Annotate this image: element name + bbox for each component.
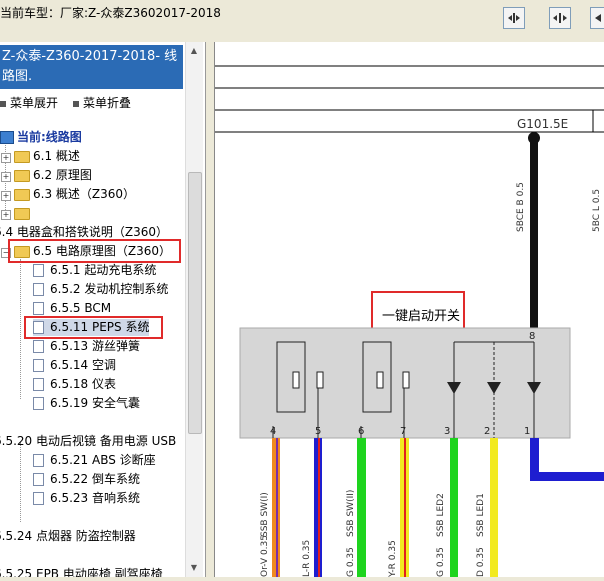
wire-spec: Y-R 0.35 — [388, 540, 398, 577]
scroll-up-icon[interactable]: ▲ — [188, 44, 200, 58]
zoom-icon — [594, 14, 601, 22]
highlight-box — [8, 239, 181, 263]
wire-label: SSB SW(II) — [346, 490, 356, 537]
wiring-diagram: G101.5E SBCE B 0.5 5BC L 0.5 一键启动开关 4 5 … — [214, 42, 604, 578]
tree-leaf[interactable]: 6.5.25 EPB 电动座椅 副驾座椅 — [0, 566, 163, 577]
pin-number: 8 — [529, 331, 535, 342]
pin-number: 1 — [524, 426, 530, 437]
tree-leaf[interactable]: 6.5.19 安全气囊 — [33, 395, 140, 412]
folder-icon — [14, 207, 30, 220]
sidebar-scrollbar[interactable]: ▲ ▼ — [185, 42, 203, 577]
switch-label: 一键启动开关 — [382, 309, 460, 324]
document-icon — [33, 340, 44, 353]
tree-leaf[interactable]: 6.5.23 音响系统 — [33, 490, 140, 507]
wire-green — [450, 438, 458, 577]
wire-green — [357, 438, 366, 577]
top-bar: 当前车型：厂家:Z-众泰Z3602017-2018 — [0, 0, 604, 40]
sidebar: Z-众泰-Z360-2017-2018- 线路图. 菜单展开 菜单折叠 当前:线… — [0, 42, 206, 577]
tree-leaf[interactable]: 6.5.24 点烟器 防盗控制器 — [0, 528, 136, 545]
document-icon — [33, 283, 44, 296]
tree-leaf[interactable]: 6.5.22 倒车系统 — [33, 471, 140, 488]
expand-toggle-icon[interactable]: + — [1, 153, 11, 163]
pin-number: 5 — [315, 426, 321, 437]
root-icon — [0, 131, 14, 144]
highlight-box — [24, 316, 163, 339]
tree-leaf[interactable]: 6.5.2 发动机控制系统 — [33, 281, 168, 298]
fit-width-icon — [508, 13, 520, 23]
wiring-diagram-svg: G101.5E SBCE B 0.5 5BC L 0.5 一键启动开关 4 5 … — [215, 65, 604, 578]
document-icon — [33, 492, 44, 505]
tree-root[interactable]: 当前:线路图 — [0, 129, 82, 146]
expand-toggle-icon[interactable]: + — [1, 191, 11, 201]
document-icon — [33, 473, 44, 486]
document-icon — [33, 264, 44, 277]
tree-leaf[interactable]: 6.5.20 电动后视镜 备用电源 USB — [0, 433, 176, 450]
wire-spec: D 0.35 — [476, 547, 486, 577]
document-icon — [33, 359, 44, 372]
wire-spec: Or-V 0.35 — [260, 535, 270, 577]
scroll-down-icon[interactable]: ▼ — [188, 561, 200, 575]
collapse-icon — [73, 100, 79, 107]
tree-node[interactable]: 6.2 原理图 — [14, 167, 92, 184]
wire-spec: L-R 0.35 — [302, 540, 312, 577]
zoom-button[interactable] — [590, 7, 604, 29]
wire-spec: G 0.35 — [346, 547, 356, 577]
pin-number: 2 — [484, 426, 490, 437]
expand-toggle-icon[interactable]: + — [1, 210, 11, 220]
folder-icon — [14, 188, 30, 201]
tree-leaf[interactable]: 6.5.13 游丝弹簧 — [33, 338, 140, 355]
tree-leaf[interactable]: 6.5.21 ABS 诊断座 — [33, 452, 156, 469]
tree-node[interactable] — [14, 205, 33, 222]
expand-icon — [0, 100, 6, 107]
tree-leaf[interactable]: 6.5.14 空调 — [33, 357, 116, 374]
pin-number: 7 — [400, 426, 406, 437]
wire-label: SSB LED2 — [436, 493, 446, 537]
document-icon — [33, 454, 44, 467]
sidebar-heading: Z-众泰-Z360-2017-2018- 线路图. — [0, 45, 183, 89]
folder-icon — [14, 169, 30, 182]
vehicle-title: 当前车型：厂家:Z-众泰Z3602017-2018 — [0, 6, 221, 20]
expand-menu-button[interactable]: 菜单展开 — [0, 94, 58, 111]
wire-label: SSB LED1 — [476, 493, 486, 537]
wire-yellow — [490, 438, 498, 577]
scroll-thumb[interactable] — [188, 172, 202, 434]
document-icon — [33, 378, 44, 391]
pin-number: 3 — [444, 426, 450, 437]
tree-node[interactable]: 6.1 概述 — [14, 148, 80, 165]
wire-spec: G 0.35 — [436, 547, 446, 577]
document-icon — [33, 397, 44, 410]
pin-number: 6 — [358, 426, 364, 437]
fit-page-icon — [553, 13, 567, 23]
wire-label: SBCE B 0.5 — [516, 182, 526, 232]
fit-width-button[interactable] — [503, 7, 525, 29]
document-icon — [33, 302, 44, 315]
tree-leaf[interactable]: 6.5.1 起动充电系统 — [33, 262, 156, 279]
tree-node[interactable]: 6.3 概述（Z360） — [14, 186, 135, 203]
fit-page-button[interactable] — [549, 7, 571, 29]
pin-number: 4 — [270, 426, 276, 437]
wire-label: 5BC L 0.5 — [592, 189, 602, 232]
folder-icon — [14, 150, 30, 163]
tree-leaf[interactable]: 6.5.5 BCM — [33, 300, 111, 317]
tree-leaf[interactable]: 6.5.18 仪表 — [33, 376, 116, 393]
ground-label: G101.5E — [517, 117, 568, 131]
collapse-menu-button[interactable]: 菜单折叠 — [73, 94, 131, 111]
wire-label: SSB SW(I) — [260, 492, 270, 537]
expand-toggle-icon[interactable]: + — [1, 172, 11, 182]
